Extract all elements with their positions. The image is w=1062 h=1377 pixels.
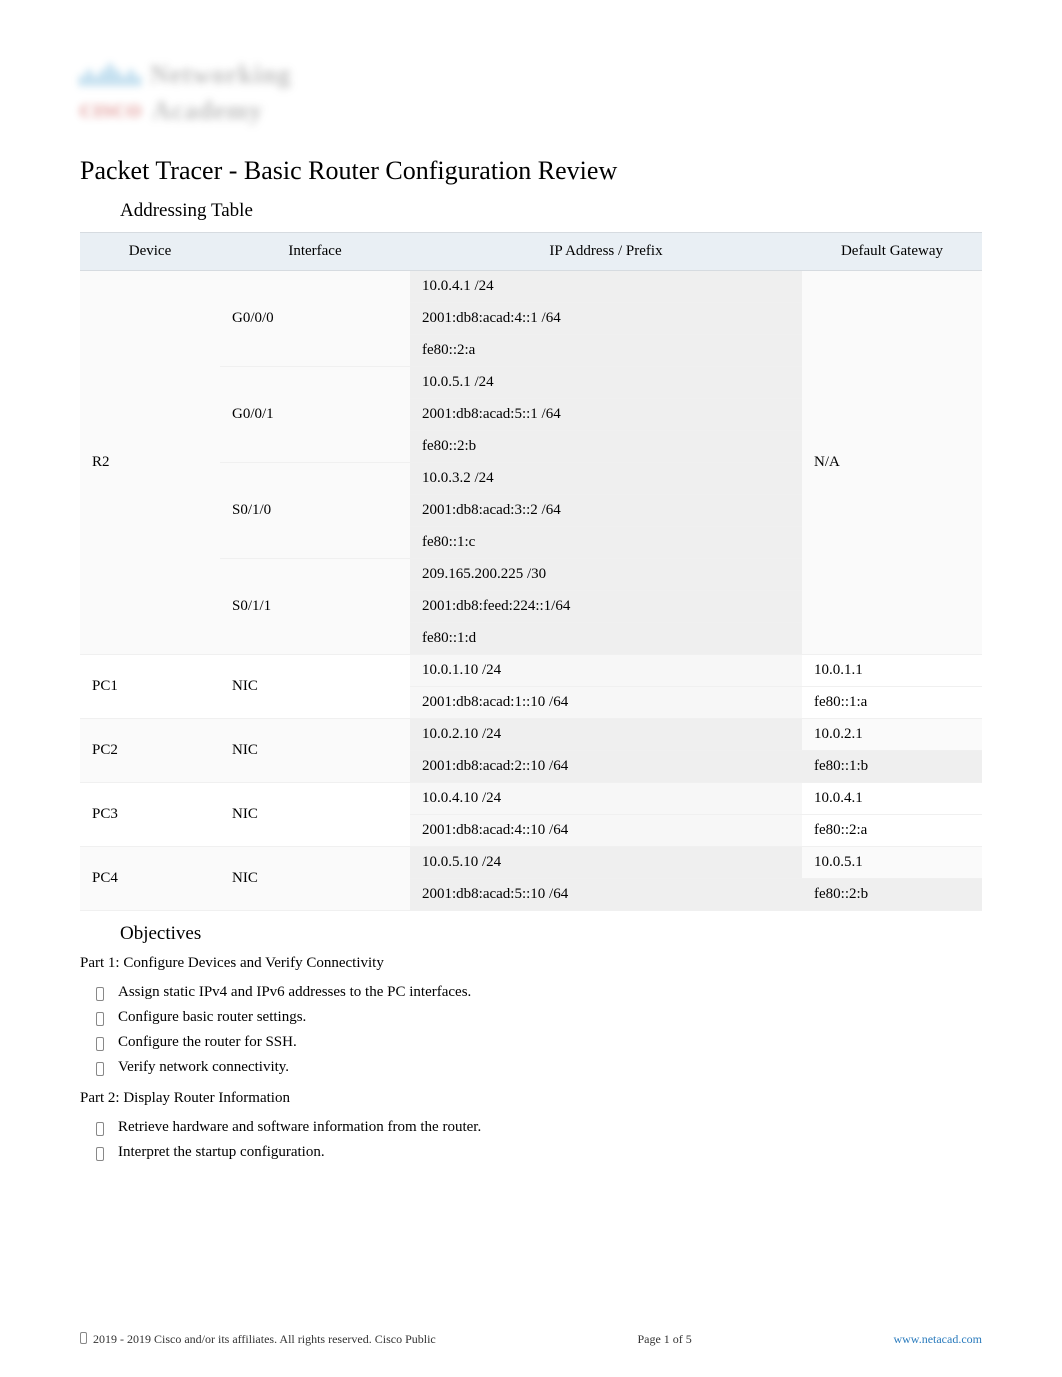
logo: Networking CISCO Academy [80, 60, 982, 126]
cell-gateway: 10.0.2.1 [802, 719, 982, 751]
cisco-bars-icon [80, 64, 140, 86]
cell-device: PC3 [80, 783, 220, 847]
cell-ip: 2001:db8:acad:3::2 /64 [410, 495, 802, 527]
cell-gateway: 10.0.1.1 [802, 655, 982, 687]
cell-ip: fe80::1:c [410, 527, 802, 559]
cell-ip: 2001:db8:acad:4::10 /64 [410, 815, 802, 847]
th-ip: IP Address / Prefix [410, 233, 802, 271]
cell-ip: 10.0.5.1 /24 [410, 367, 802, 399]
cell-gateway: fe80::2:b [802, 879, 982, 911]
cell-gateway: fe80::1:b [802, 751, 982, 783]
cell-interface: NIC [220, 719, 410, 783]
cell-interface: G0/0/1 [220, 367, 410, 463]
th-device: Device [80, 233, 220, 271]
cell-interface: S0/1/0 [220, 463, 410, 559]
addressing-table-heading: Addressing Table [120, 200, 982, 222]
list-item: Verify network connectivity. [90, 1055, 982, 1080]
addressing-table: Device Interface IP Address / Prefix Def… [80, 232, 982, 911]
cell-gateway: fe80::1:a [802, 687, 982, 719]
table-row: PC4 NIC 10.0.5.10 /24 10.0.5.1 [80, 847, 982, 879]
cell-ip: 2001:db8:acad:1::10 /64 [410, 687, 802, 719]
cell-gateway: 10.0.5.1 [802, 847, 982, 879]
cell-ip: 10.0.4.1 /24 [410, 271, 802, 303]
cell-ip: 2001:db8:acad:5::1 /64 [410, 399, 802, 431]
part1-list: Assign static IPv4 and IPv6 addresses to… [90, 980, 982, 1080]
logo-text-top: Networking [150, 60, 291, 90]
list-item: Interpret the startup configuration. [90, 1140, 982, 1165]
cell-ip: 209.165.200.225 /30 [410, 559, 802, 591]
cell-ip: fe80::1:d [410, 623, 802, 655]
cell-device: PC1 [80, 655, 220, 719]
part2-list: Retrieve hardware and software informati… [90, 1115, 982, 1165]
cell-ip: fe80::2:b [410, 431, 802, 463]
cell-ip: 2001:db8:acad:2::10 /64 [410, 751, 802, 783]
footer-copyright: 2019 - 2019 Cisco and/or its affiliates.… [80, 1332, 436, 1347]
table-row: PC1 NIC 10.0.1.10 /24 10.0.1.1 [80, 655, 982, 687]
cell-gateway: fe80::2:a [802, 815, 982, 847]
logo-text-bottom: Academy [152, 96, 263, 126]
list-item: Retrieve hardware and software informati… [90, 1115, 982, 1140]
cell-ip: 2001:db8:acad:5::10 /64 [410, 879, 802, 911]
footer-page: Page 1 of 5 [637, 1332, 691, 1347]
table-row: R2 G0/0/0 10.0.4.1 /24 N/A [80, 271, 982, 303]
table-row: PC3 NIC 10.0.4.10 /24 10.0.4.1 [80, 783, 982, 815]
part1-title: Part 1: Configure Devices and Verify Con… [80, 955, 982, 972]
page-title: Packet Tracer - Basic Router Configurati… [80, 156, 982, 186]
cell-ip: 2001:db8:feed:224::1/64 [410, 591, 802, 623]
cell-gateway: N/A [802, 271, 982, 655]
cell-device: R2 [80, 271, 220, 655]
cell-ip: 10.0.3.2 /24 [410, 463, 802, 495]
logo-vendor: CISCO [80, 101, 142, 122]
cell-interface: S0/1/1 [220, 559, 410, 655]
table-row: PC2 NIC 10.0.2.10 /24 10.0.2.1 [80, 719, 982, 751]
th-gateway: Default Gateway [802, 233, 982, 271]
cell-ip: 10.0.2.10 /24 [410, 719, 802, 751]
list-item: Configure the router for SSH. [90, 1030, 982, 1055]
cell-ip: fe80::2:a [410, 335, 802, 367]
cell-ip: 10.0.4.10 /24 [410, 783, 802, 815]
th-interface: Interface [220, 233, 410, 271]
cell-interface: NIC [220, 847, 410, 911]
table-header-row: Device Interface IP Address / Prefix Def… [80, 233, 982, 271]
list-item: Configure basic router settings. [90, 1005, 982, 1030]
cell-gateway: 10.0.4.1 [802, 783, 982, 815]
cell-ip: 10.0.1.10 /24 [410, 655, 802, 687]
cell-device: PC4 [80, 847, 220, 911]
cell-interface: NIC [220, 783, 410, 847]
cell-ip: 10.0.5.10 /24 [410, 847, 802, 879]
list-item: Assign static IPv4 and IPv6 addresses to… [90, 980, 982, 1005]
objectives-heading: Objectives [120, 923, 982, 945]
cell-ip: 2001:db8:acad:4::1 /64 [410, 303, 802, 335]
footer: 2019 - 2019 Cisco and/or its affiliates.… [80, 1332, 982, 1347]
cell-device: PC2 [80, 719, 220, 783]
footer-link: www.netacad.com [893, 1332, 982, 1347]
cell-interface: NIC [220, 655, 410, 719]
part2-title: Part 2: Display Router Information [80, 1090, 982, 1107]
cell-interface: G0/0/0 [220, 271, 410, 367]
